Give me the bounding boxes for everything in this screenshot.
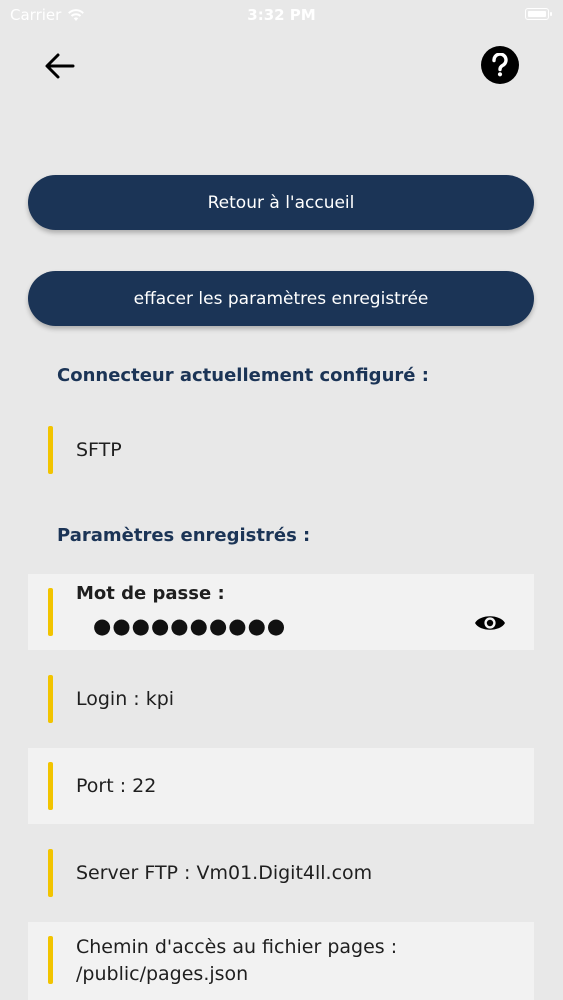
accent-bar bbox=[48, 936, 53, 984]
toggle-password-button[interactable] bbox=[474, 612, 506, 634]
password-label: Mot de passe : bbox=[76, 583, 225, 604]
accent-bar bbox=[48, 426, 53, 474]
port-value: Port : 22 bbox=[76, 775, 157, 797]
path-value: /public/pages.json bbox=[76, 963, 249, 985]
eye-icon bbox=[475, 616, 505, 630]
battery-icon bbox=[525, 8, 552, 20]
login-value: Login : kpi bbox=[76, 688, 175, 710]
status-time: 3:32 PM bbox=[247, 6, 316, 24]
help-button[interactable] bbox=[481, 46, 519, 84]
password-row: Mot de passe : ●●●●●●●●●● bbox=[28, 574, 534, 650]
accent-bar bbox=[48, 588, 53, 636]
arrow-left-icon bbox=[45, 53, 75, 79]
path-label: Chemin d'accès au fichier pages : bbox=[76, 936, 398, 958]
accent-bar bbox=[48, 849, 53, 897]
connector-row: SFTP bbox=[28, 412, 534, 488]
path-row: Chemin d'accès au fichier pages : /publi… bbox=[28, 922, 534, 1000]
back-button[interactable] bbox=[40, 46, 80, 86]
connector-value: SFTP bbox=[76, 439, 122, 461]
server-row: Server FTP : Vm01.Digit4ll.com bbox=[28, 835, 534, 911]
server-value: Server FTP : Vm01.Digit4ll.com bbox=[76, 862, 373, 884]
connector-title: Connecteur actuellement configuré : bbox=[57, 365, 429, 386]
login-row: Login : kpi bbox=[28, 661, 534, 737]
password-value: ●●●●●●●●●● bbox=[93, 614, 287, 638]
question-circle-icon bbox=[492, 53, 508, 77]
home-button[interactable]: Retour à l'accueil bbox=[28, 175, 534, 230]
params-title: Paramètres enregistrés : bbox=[57, 525, 311, 546]
status-bar: Carrier 3:32 PM bbox=[0, 0, 563, 30]
port-row: Port : 22 bbox=[28, 748, 534, 824]
clear-settings-button[interactable]: effacer les paramètres enregistrée bbox=[28, 271, 534, 326]
accent-bar bbox=[48, 675, 53, 723]
accent-bar bbox=[48, 762, 53, 810]
